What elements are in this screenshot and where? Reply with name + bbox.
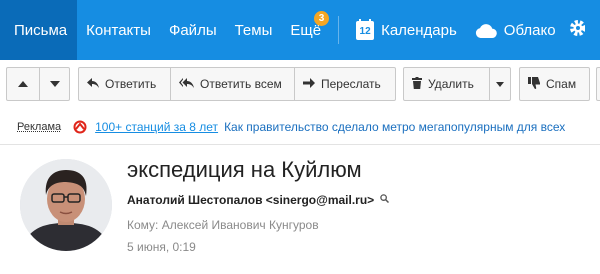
nav-item-contacts[interactable]: Контакты	[77, 0, 160, 60]
trash-icon	[412, 76, 422, 92]
message-subject: экспедиция на Куйлюм	[127, 157, 362, 182]
settings-button[interactable]	[565, 0, 586, 60]
ad-logo-icon	[73, 120, 87, 134]
nav-item-more[interactable]: Ещё 3	[281, 0, 330, 60]
reply-all-button[interactable]: Ответить всем	[170, 67, 295, 101]
spam-label: Спам	[546, 77, 577, 91]
calendar-icon: 12	[356, 18, 375, 40]
message-toolbar: Ответить Ответить всем Переслать Удалить…	[0, 67, 600, 101]
avatar	[20, 159, 112, 251]
sender-name[interactable]: Анатолий Шестопалов <sinergo@mail.ru>	[127, 193, 374, 207]
delete-menu-button[interactable]	[489, 67, 511, 101]
thumbs-down-icon	[528, 76, 540, 92]
reply-all-icon	[179, 77, 194, 91]
sender-line: Анатолий Шестопалов <sinergo@mail.ru>	[127, 193, 390, 207]
nav-item-label: Письма	[14, 21, 68, 39]
forward-label: Переслать	[321, 77, 381, 91]
previous-message-button[interactable]	[6, 67, 40, 101]
more-actions-button[interactable]	[596, 67, 600, 101]
nav-item-calendar[interactable]: 12 Календарь	[347, 0, 466, 60]
cloud-icon	[475, 23, 497, 38]
nav-item-label: Облако	[503, 21, 556, 39]
nav-item-label: Темы	[234, 21, 273, 39]
reply-label: Ответить	[105, 77, 157, 91]
ad-label[interactable]: Реклама	[17, 121, 61, 133]
delete-label: Удалить	[428, 77, 474, 91]
notification-badge: 3	[314, 11, 330, 26]
nav-item-themes[interactable]: Темы	[226, 0, 282, 60]
ad-headline-link[interactable]: 100+ станций за 8 лет	[95, 120, 218, 134]
message-date: 5 июня, 0:19	[127, 240, 196, 254]
nav-item-label: Файлы	[168, 21, 217, 39]
divider	[0, 144, 600, 145]
arrow-up-icon	[18, 81, 28, 87]
recipient-line: Кому: Алексей Иванович Кунгуров	[127, 218, 319, 232]
forward-icon	[303, 77, 315, 91]
top-navigation: Письма Контакты Файлы Темы Ещё 3 12 Кале…	[0, 0, 600, 60]
spam-button[interactable]: Спам	[519, 67, 590, 101]
search-icon[interactable]	[380, 194, 390, 206]
arrow-down-icon	[49, 81, 60, 87]
nav-item-label: Календарь	[381, 21, 457, 39]
nav-item-files[interactable]: Файлы	[160, 0, 226, 60]
ad-description-link[interactable]: Как правительство сделало метро мегапопу…	[224, 120, 565, 134]
reply-all-label: Ответить всем	[200, 77, 282, 91]
delete-button[interactable]: Удалить	[403, 67, 490, 101]
nav-item-cloud[interactable]: Облако	[466, 0, 565, 60]
nav-item-mail[interactable]: Письма	[0, 0, 78, 60]
nav-item-label: Контакты	[86, 21, 151, 39]
chevron-down-icon	[496, 81, 504, 87]
reply-button[interactable]: Ответить	[78, 67, 171, 101]
nav-divider	[338, 16, 340, 44]
next-message-button[interactable]	[39, 67, 70, 101]
advertisement-line: Реклама 100+ станций за 8 лет Как правит…	[17, 118, 600, 136]
forward-button[interactable]: Переслать	[294, 67, 396, 101]
reply-icon	[87, 77, 99, 91]
gear-icon	[569, 19, 586, 41]
